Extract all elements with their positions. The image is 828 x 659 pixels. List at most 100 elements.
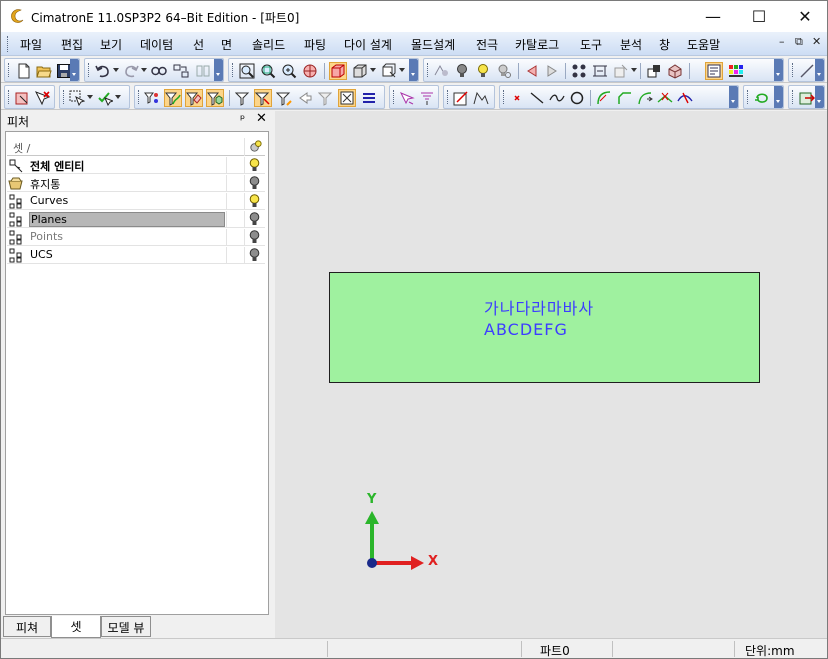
sketch-line-icon[interactable]: [799, 63, 815, 79]
minimize-button[interactable]: —: [690, 1, 736, 32]
chamfer-curve-icon[interactable]: [616, 90, 632, 106]
point-icon[interactable]: [509, 90, 525, 106]
set-row-ucs[interactable]: UCS: [7, 247, 265, 264]
undo-dropdown-icon[interactable]: [113, 68, 119, 72]
toolbar-options-button[interactable]: [815, 86, 824, 108]
menu-edit[interactable]: 편집: [61, 36, 83, 53]
light-bulb-on-icon[interactable]: [249, 158, 260, 173]
select-mode-icon[interactable]: [338, 89, 356, 107]
menu-die-design[interactable]: 다이 설계: [344, 36, 392, 53]
filter-faces-icon[interactable]: [185, 89, 203, 107]
toolbar-options-button[interactable]: [774, 59, 783, 81]
light-bulb-off-icon[interactable]: [249, 230, 260, 245]
export-icon[interactable]: [799, 90, 815, 106]
light-bulb-on-icon[interactable]: [249, 194, 260, 209]
select-list-icon[interactable]: [361, 90, 377, 106]
toolbar-grip[interactable]: [393, 90, 396, 104]
offset-curve-icon[interactable]: [637, 90, 653, 106]
blank-icon[interactable]: [195, 63, 211, 79]
toolbar-grip[interactable]: [63, 90, 66, 104]
toolbar-options-button[interactable]: [214, 59, 223, 81]
feature-settings-dropdown-icon[interactable]: [631, 68, 637, 72]
view-orientation-icon[interactable]: [381, 63, 397, 79]
menu-surface[interactable]: 면: [221, 36, 232, 53]
zoom-in-icon[interactable]: [281, 63, 297, 79]
menu-mold-design[interactable]: 몰드설계: [411, 36, 455, 53]
toolbar-options-button[interactable]: [409, 59, 418, 81]
circle-icon[interactable]: [569, 90, 585, 106]
redo-icon[interactable]: [123, 63, 139, 79]
light-bulb-settings-icon[interactable]: [496, 63, 512, 79]
pan-icon[interactable]: [302, 63, 318, 79]
fillet-curve-icon[interactable]: [596, 90, 612, 106]
menu-grip[interactable]: [7, 36, 10, 52]
wireframe-view-icon[interactable]: [352, 63, 368, 79]
set-row-points[interactable]: Points: [7, 229, 265, 246]
mdi-minimize-button[interactable]: –: [779, 35, 785, 48]
light-bulb-off-icon[interactable]: [249, 176, 260, 191]
sketcher-icon[interactable]: [453, 90, 469, 106]
toolbar-grip[interactable]: [232, 63, 235, 77]
pick-filter-dropdown-icon[interactable]: [115, 95, 121, 99]
next-icon[interactable]: [544, 63, 560, 79]
light-bulb-on-icon[interactable]: [475, 63, 491, 79]
filter-edit-icon[interactable]: [276, 90, 292, 106]
tab-sets[interactable]: 셋: [51, 616, 101, 638]
select-box-icon[interactable]: [14, 90, 30, 106]
light-bulb-icon[interactable]: [454, 63, 470, 79]
set-row-all-entities[interactable]: 전체 엔티티: [7, 157, 265, 174]
set-row-trash[interactable]: 휴지통: [7, 175, 265, 192]
zoom-window-icon[interactable]: [239, 63, 255, 79]
layer-filter-icon[interactable]: [705, 62, 723, 80]
toolbar-grip[interactable]: [792, 63, 795, 77]
close-button[interactable]: ✕: [782, 1, 827, 32]
previous-icon[interactable]: [524, 63, 540, 79]
graphics-viewport[interactable]: 가나다라마바사 ABCDEFG Y X: [275, 111, 827, 638]
menu-curve[interactable]: 선: [193, 36, 204, 53]
pick-window-icon[interactable]: [69, 90, 85, 106]
menu-electrode[interactable]: 전극: [476, 36, 498, 53]
toolbar-grip[interactable]: [8, 63, 11, 77]
menu-view[interactable]: 보기: [100, 36, 122, 53]
toolbar-options-button[interactable]: [774, 86, 783, 108]
mdi-restore-button[interactable]: ⧉: [795, 35, 803, 49]
toolbar-grip[interactable]: [747, 90, 750, 104]
mdi-close-button[interactable]: ✕: [812, 35, 821, 48]
menu-tools[interactable]: 도구: [580, 36, 602, 53]
toolbar-grip[interactable]: [8, 90, 11, 104]
color-palette-icon[interactable]: [728, 63, 744, 79]
toolbar-grip[interactable]: [138, 90, 141, 104]
menu-file[interactable]: 파일: [20, 36, 42, 53]
view-mode-dropdown-icon[interactable]: [370, 68, 376, 72]
text-entity-box[interactable]: 가나다라마바사 ABCDEFG: [329, 272, 760, 383]
measure-icon[interactable]: [592, 63, 608, 79]
menu-parting[interactable]: 파팅: [304, 36, 326, 53]
toolbar-grip[interactable]: [447, 90, 450, 104]
trim-curve-icon[interactable]: [657, 90, 673, 106]
view-orientation-dropdown-icon[interactable]: [399, 68, 405, 72]
new-file-icon[interactable]: [16, 63, 32, 79]
redo-dropdown-icon[interactable]: [141, 68, 147, 72]
toolbar-options-button[interactable]: [815, 59, 824, 81]
edit-entity-icon[interactable]: [399, 90, 415, 106]
set-row-planes[interactable]: Planes: [7, 211, 265, 228]
modify-entity-icon[interactable]: [419, 90, 435, 106]
menu-help[interactable]: 도움말: [687, 36, 720, 53]
open-folder-icon[interactable]: [36, 63, 52, 79]
curve-sketch-icon[interactable]: [473, 90, 489, 106]
set-column-header[interactable]: 셋 /: [13, 140, 30, 156]
filter-clear-icon[interactable]: [318, 90, 334, 106]
tab-feature[interactable]: 피쳐: [3, 616, 51, 637]
light-bulb-off-icon[interactable]: [249, 248, 260, 263]
filter-curves-icon[interactable]: [164, 89, 182, 107]
deselect-icon[interactable]: [34, 90, 50, 106]
pin-icon[interactable]: ᵖ: [240, 112, 245, 126]
toolbar-grip[interactable]: [792, 90, 795, 104]
tab-model-view[interactable]: 모델 뷰: [101, 616, 151, 637]
toolbar-options-button[interactable]: [729, 86, 738, 108]
pick-window-dropdown-icon[interactable]: [87, 95, 93, 99]
show-hide-icon[interactable]: [151, 63, 167, 79]
menu-window[interactable]: 창: [659, 36, 670, 53]
feature-settings-icon[interactable]: [613, 63, 629, 79]
visibility-toggle-header-icon[interactable]: [248, 139, 263, 154]
